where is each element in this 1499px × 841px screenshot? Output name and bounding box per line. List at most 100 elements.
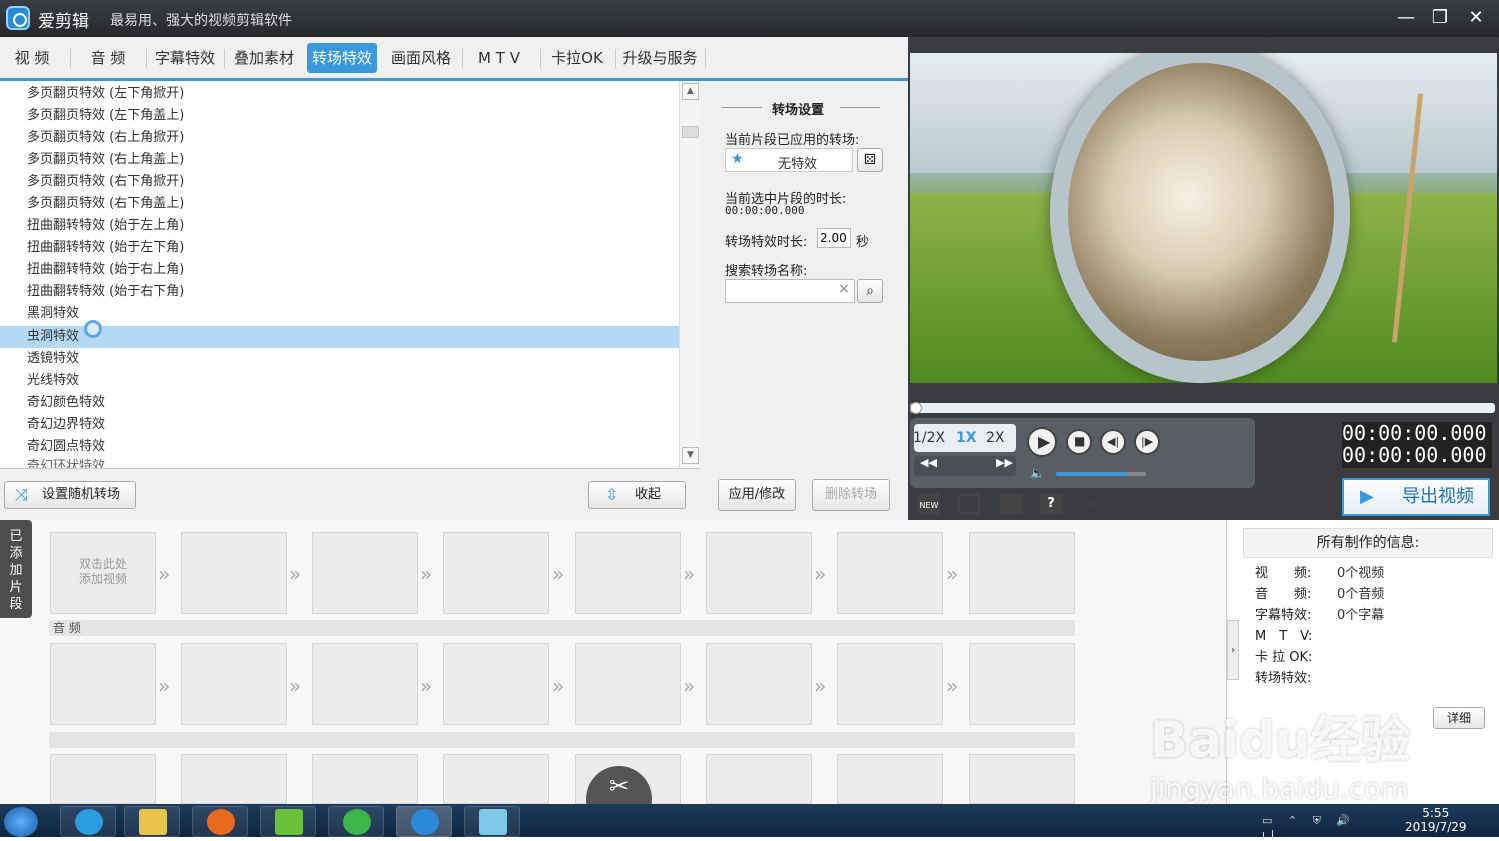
start-button-icon[interactable] [4, 807, 38, 837]
help-icon[interactable]: ? [1040, 494, 1062, 514]
delete-transition-button[interactable]: 删除转场 [812, 479, 890, 511]
progress-track[interactable] [910, 402, 1495, 414]
open-folder-icon[interactable] [958, 494, 980, 514]
list-item[interactable]: 多页翻页特效 (右下角盖上) [0, 193, 679, 215]
scroll-thumb[interactable] [682, 126, 699, 138]
dice-random-icon[interactable]: ⚄ [857, 148, 883, 172]
tab-picture-style[interactable]: 画面风格 [386, 43, 456, 73]
export-video-button[interactable]: ▶ 导出视频 [1342, 478, 1490, 516]
transition-arrow-icon: » [946, 674, 958, 698]
speed-1x[interactable]: 1X [956, 430, 977, 446]
new-project-icon[interactable]: NEW [918, 494, 940, 514]
list-item[interactable]: 扭曲翻转特效 (始于左上角) [0, 215, 679, 237]
list-item[interactable]: 多页翻页特效 (右上角盖上) [0, 149, 679, 171]
list-item[interactable]: 透镜特效 [0, 348, 679, 370]
scroll-up-icon[interactable]: ▲ [682, 83, 699, 100]
expand-arrow-icon[interactable]: › [1227, 620, 1239, 680]
tab-upgrade-service[interactable]: 升级与服务 [618, 43, 702, 73]
taskbar-aijianji-icon[interactable] [396, 806, 452, 837]
list-item[interactable]: 扭曲翻转特效 (始于左下角) [0, 237, 679, 259]
taskbar-firefox-icon[interactable] [192, 806, 248, 837]
clip-slot[interactable] [312, 754, 418, 804]
taskbar-notes-icon[interactable] [464, 806, 520, 837]
tab-karaoke[interactable]: 卡拉OK [544, 43, 610, 73]
random-transition-button[interactable]: ⤨ 设置随机转场 [4, 481, 136, 509]
apply-modify-button[interactable]: 应用/修改 [718, 479, 796, 511]
stop-icon[interactable]: ■ [1066, 429, 1092, 455]
play-icon[interactable]: ▶ [1027, 427, 1057, 457]
maximize-button[interactable]: ❐ [1426, 5, 1454, 31]
added-clips-tab[interactable]: 已添加片段 [0, 520, 32, 618]
tab-mtv[interactable]: M T V [466, 43, 532, 73]
share-icon[interactable]: ⋖ [1082, 494, 1104, 514]
audio-clip-slot[interactable] [312, 643, 418, 725]
video-clip-slot[interactable] [575, 532, 681, 614]
video-clip-slot[interactable] [969, 532, 1075, 614]
scroll-down-icon[interactable]: ▼ [682, 447, 699, 464]
list-item[interactable]: 光线特效 [0, 370, 679, 392]
audio-clip-slot[interactable] [181, 643, 287, 725]
close-button[interactable]: ✕ [1462, 5, 1490, 31]
taskbar-browser-icon[interactable] [328, 806, 384, 837]
audio-clip-slot[interactable] [969, 643, 1075, 725]
details-button[interactable]: 详细 [1433, 707, 1485, 729]
video-clip-slot[interactable] [443, 532, 549, 614]
taskbar-media-icon[interactable] [60, 806, 116, 837]
list-item[interactable]: 奇幻环状特效 [0, 458, 679, 468]
list-item[interactable]: 奇幻颜色特效 [0, 392, 679, 414]
taskbar-explorer-icon[interactable] [124, 806, 180, 837]
save-icon[interactable] [1000, 494, 1022, 514]
list-item[interactable]: 多页翻页特效 (右下角掀开) [0, 171, 679, 193]
tab-subtitle-effects[interactable]: 字幕特效 [150, 43, 220, 73]
rewind-icon[interactable]: ◀◀ [920, 456, 937, 469]
list-item[interactable]: 奇幻圆点特效 [0, 436, 679, 458]
volume-slider[interactable] [1056, 472, 1146, 476]
system-tray-icons[interactable]: ▭ ⌃ ⛨ 🔊 ıl [1262, 814, 1382, 841]
list-scrollbar[interactable]: ▲ ▼ [679, 81, 700, 468]
video-clip-slot[interactable] [706, 532, 812, 614]
fast-forward-icon[interactable]: ▶▶ [996, 456, 1013, 469]
list-item[interactable]: 扭曲翻转特效 (始于右下角) [0, 281, 679, 303]
speed-2x[interactable]: 2X [986, 430, 1005, 446]
audio-clip-slot[interactable] [50, 643, 156, 725]
video-clip-slot[interactable] [181, 532, 287, 614]
list-item[interactable]: 黑洞特效 [0, 303, 679, 325]
add-video-clip-slot[interactable]: 双击此处 添加视频 [50, 532, 156, 614]
tab-video[interactable]: 视 频 [2, 43, 62, 73]
search-input[interactable] [725, 279, 855, 303]
list-item[interactable]: 多页翻页特效 (右上角掀开) [0, 127, 679, 149]
effect-duration-input[interactable] [817, 228, 851, 248]
search-icon[interactable]: ⌕ [857, 279, 883, 303]
list-item[interactable]: 扭曲翻转特效 (始于右上角) [0, 259, 679, 281]
taskbar-clock[interactable]: 5:55 2019/7/29 [1405, 806, 1467, 834]
audio-clip-slot[interactable] [706, 643, 812, 725]
collapse-button[interactable]: ⇳ 收起 [588, 481, 686, 509]
tab-transition-effects[interactable]: 转场特效 [307, 43, 377, 73]
clip-slot[interactable] [837, 754, 943, 804]
app-slogan: 最易用、强大的视频剪辑软件 [110, 13, 292, 29]
tab-overlay-material[interactable]: 叠加素材 [228, 43, 300, 73]
list-item[interactable]: 奇幻边界特效 [0, 414, 679, 436]
volume-icon[interactable]: 🔈 [1030, 466, 1045, 480]
video-clip-slot[interactable] [312, 532, 418, 614]
audio-clip-slot[interactable] [443, 643, 549, 725]
clear-icon[interactable]: × [838, 281, 850, 297]
transition-arrow-icon: » [420, 674, 432, 698]
minimize-button[interactable]: — [1392, 5, 1420, 31]
clip-slot[interactable] [181, 754, 287, 804]
clip-slot[interactable] [969, 754, 1075, 804]
clip-slot[interactable] [443, 754, 549, 804]
list-item[interactable]: 多页翻页特效 (左下角盖上) [0, 105, 679, 127]
clip-slot[interactable] [706, 754, 812, 804]
next-frame-icon[interactable]: |▶ [1134, 429, 1160, 455]
audio-clip-slot[interactable] [837, 643, 943, 725]
progress-thumb[interactable] [910, 402, 922, 414]
clip-slot[interactable] [50, 754, 156, 804]
taskbar-app-icon[interactable] [260, 806, 316, 837]
video-clip-slot[interactable] [837, 532, 943, 614]
prev-frame-icon[interactable]: ◀| [1100, 429, 1126, 455]
list-item[interactable]: 多页翻页特效 (左下角掀开) [0, 83, 679, 105]
audio-clip-slot[interactable] [575, 643, 681, 725]
tab-audio[interactable]: 音 频 [76, 43, 140, 73]
speed-half[interactable]: 1/2X [913, 430, 945, 446]
